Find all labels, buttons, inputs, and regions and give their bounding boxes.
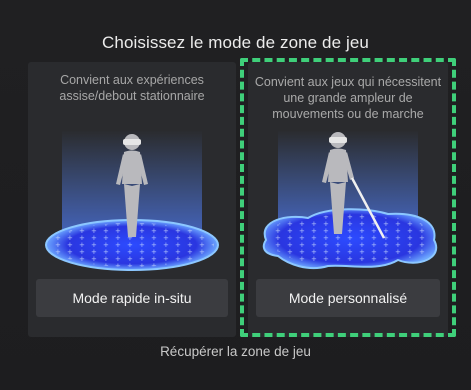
recover-play-area-link[interactable]: Récupérer la zone de jeu	[0, 344, 471, 359]
play-area-mode-screen: Choisissez le mode de zone de jeu Convie…	[0, 0, 471, 390]
option-description: Convient aux jeux qui nécessitent une gr…	[254, 75, 442, 121]
option-card-stationary[interactable]: Convient aux expériences assise/debout s…	[28, 62, 236, 337]
custom-illustration: +	[248, 122, 448, 272]
custom-mode-button[interactable]: Mode personnalisé	[256, 279, 440, 317]
option-card-custom[interactable]: Convient aux jeux qui nécessitent une gr…	[248, 62, 448, 337]
option-description: Convient aux expériences assise/debout s…	[59, 73, 205, 103]
stationary-illustration: +	[28, 122, 236, 272]
quick-mode-button[interactable]: Mode rapide in-situ	[36, 279, 228, 317]
page-title: Choisissez le mode de zone de jeu	[102, 33, 369, 52]
